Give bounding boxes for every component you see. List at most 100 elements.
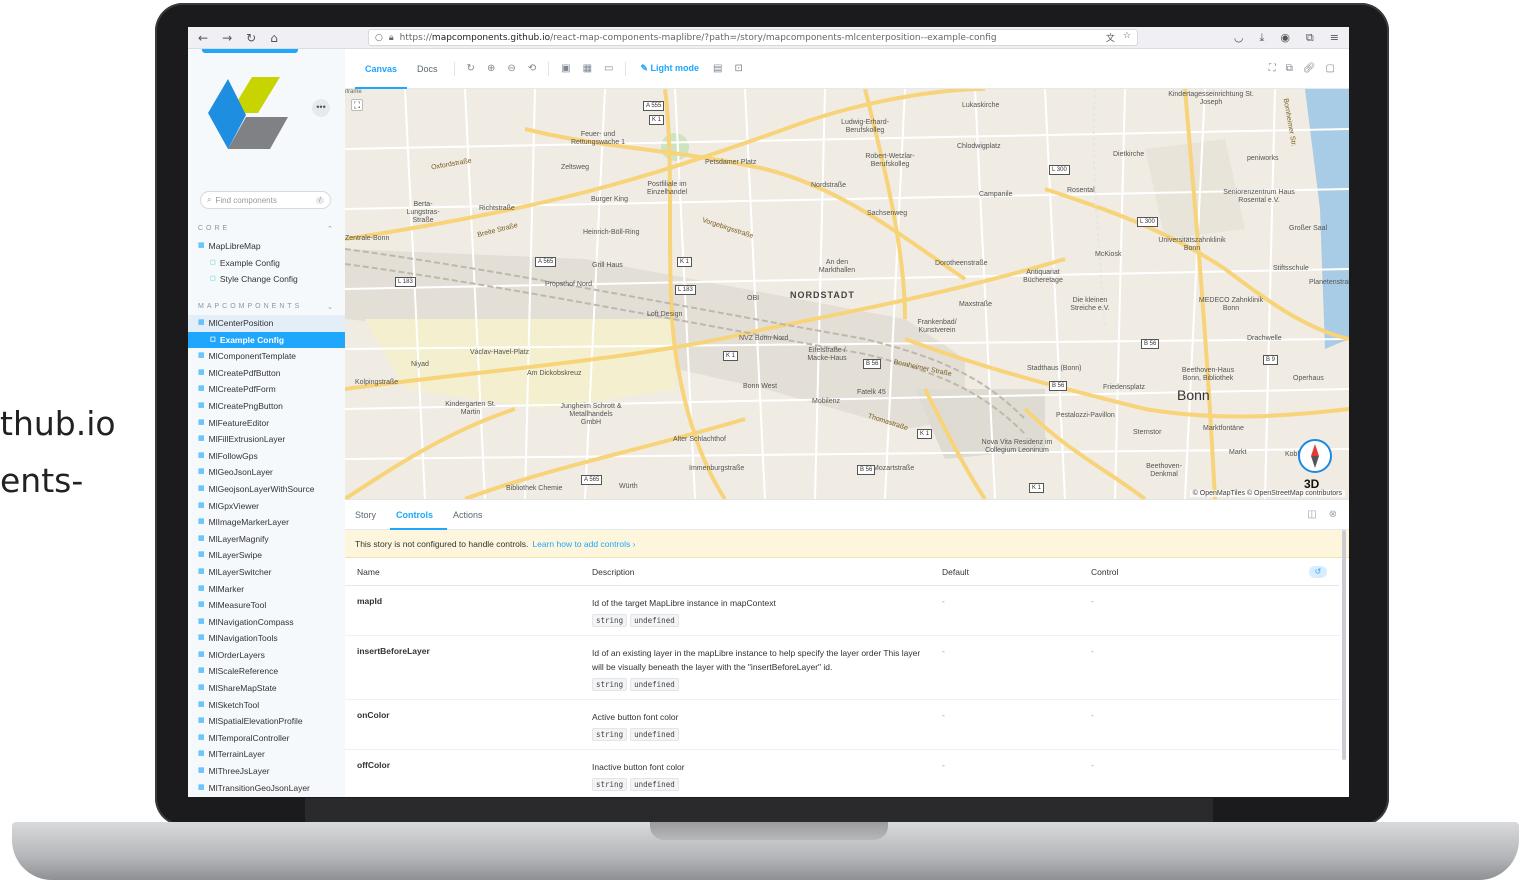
- sidebar-component-item[interactable]: ▦ MlComponentTemplate: [188, 348, 345, 365]
- reset-controls-button[interactable]: ↺: [1309, 565, 1327, 578]
- sidebar-component-item[interactable]: ▦ MlTemporalController: [188, 730, 345, 747]
- home-icon[interactable]: ⌂: [270, 31, 278, 45]
- sidebar-story-item[interactable]: ◻ Example Config: [188, 331, 345, 349]
- sidebar-component-item[interactable]: ▦ MlCreatePdfButton: [188, 365, 345, 382]
- open-new-tab-icon[interactable]: ⧉: [1286, 63, 1293, 74]
- map-label: Václav-Havel-Platz: [470, 349, 530, 356]
- tab-story[interactable]: Story: [349, 500, 390, 530]
- extensions-icon[interactable]: ⧉: [1306, 31, 1314, 45]
- copy-link-icon[interactable]: 🔗︎: [1303, 63, 1316, 74]
- viewport-icon[interactable]: ▭: [598, 63, 619, 74]
- background-icon[interactable]: ▣: [555, 63, 576, 74]
- grid-icon[interactable]: ▦: [577, 63, 598, 74]
- sidebar-component-item[interactable]: ▦ MlNavigationTools: [188, 630, 345, 647]
- mapcomponents-logo-icon: [208, 77, 288, 149]
- args-table-row: insertBeforeLayer Id of an existing layer…: [345, 636, 1339, 700]
- sidebar-story-item[interactable]: ◻ Style Change Config: [188, 271, 345, 288]
- sidebar-story-item[interactable]: ◻ Example Config: [188, 255, 345, 272]
- lock-icon: 🔒︎: [388, 32, 394, 43]
- sidebar-component-item[interactable]: ▦ MlTerrainLayer: [188, 746, 345, 763]
- zoom-reset-icon[interactable]: ⟲: [522, 63, 542, 74]
- sidebar-component-item[interactable]: ▦ MlTransitionGeoJsonLayer: [188, 780, 345, 797]
- sidebar-item-label: Example Config: [219, 257, 280, 268]
- tab-actions[interactable]: Actions: [447, 500, 497, 530]
- light-mode-toggle[interactable]: ✎ Light mode: [632, 63, 707, 74]
- zoom-in-icon[interactable]: ⊕: [481, 63, 501, 74]
- sidebar-component-item[interactable]: ▦ MlGpxViewer: [188, 498, 345, 515]
- sidebar-component-item[interactable]: ▦ MlFollowGps: [188, 448, 345, 465]
- search-shortcut-badge: /: [316, 196, 324, 204]
- group-title-mapcomponents[interactable]: MAPCOMPONENTS ⌄: [198, 303, 333, 311]
- translate-icon[interactable]: 文: [1106, 31, 1115, 44]
- background-text-line2: ents-: [0, 461, 84, 500]
- sidebar-component-item[interactable]: ▦ MlLayerSwipe: [188, 547, 345, 564]
- sidebar-component-item[interactable]: ▦ MlGeoJsonLayer: [188, 464, 345, 481]
- sidebar-component-item[interactable]: ▦ MlShareMapState: [188, 680, 345, 697]
- component-icon: ▦: [198, 501, 205, 509]
- zoom-out-icon[interactable]: ⊖: [501, 63, 521, 74]
- sidebar-component-item[interactable]: ▦ MlNavigationCompass: [188, 614, 345, 631]
- remount-icon[interactable]: ↻: [461, 63, 481, 74]
- search-input[interactable]: ⌕ Find components /: [200, 191, 331, 209]
- sidebar-component-item[interactable]: ▦ MlLayerSwitcher: [188, 564, 345, 581]
- outline-icon[interactable]: ⊡: [728, 63, 748, 74]
- component-icon: ▦: [198, 617, 205, 625]
- toggle-3d-button[interactable]: 3D: [1304, 477, 1319, 491]
- pocket-icon[interactable]: ◡: [1234, 31, 1244, 45]
- sidebar-component-item[interactable]: ▦ MlCenterPosition: [188, 315, 345, 332]
- sidebar-component-item[interactable]: ▦ MlFillExtrusionLayer: [188, 431, 345, 448]
- sidebar-component-item[interactable]: ▦ MlMeasureTool: [188, 597, 345, 614]
- arg-default: -: [942, 646, 945, 656]
- road-shield: B 56: [1049, 381, 1068, 391]
- sidebar-component-item[interactable]: ▦ MlScaleReference: [188, 663, 345, 680]
- forward-icon[interactable]: →: [222, 31, 232, 45]
- map-label: Robert-Wetzlar-Berufskolleg: [865, 153, 915, 168]
- sidebar-component-item[interactable]: ▦ MlThreeJsLayer: [188, 763, 345, 780]
- sidebar-component-item[interactable]: ▦ MlSketchTool: [188, 697, 345, 714]
- url-bar[interactable]: ○ 🔒︎ https://mapcomponents.github.io/rea…: [368, 29, 1138, 46]
- sidebar-component-item[interactable]: ▦ MlLayerMagnify: [188, 531, 345, 548]
- map-label: Lukaskirche: [962, 102, 1000, 109]
- close-panel-icon[interactable]: ⊗: [1329, 509, 1337, 520]
- sidebar-component-item[interactable]: ▦ MlMarker: [188, 581, 345, 598]
- learn-controls-link[interactable]: Learn how to add controls ›: [532, 539, 635, 549]
- header-default: Default: [942, 566, 969, 577]
- sidebar-component-item[interactable]: ▦ MlCreatePdfForm: [188, 381, 345, 398]
- focus-icon[interactable]: ⛶: [351, 99, 363, 111]
- reload-icon[interactable]: ↻: [246, 31, 256, 45]
- sidebar-component-item[interactable]: ▦ MlSpatialElevationProfile: [188, 713, 345, 730]
- navigation-compass-button[interactable]: [1298, 439, 1332, 473]
- account-icon[interactable]: ◉: [1280, 31, 1290, 45]
- bookmark-star-icon[interactable]: ☆: [1123, 31, 1131, 44]
- sidebar-component-item[interactable]: ▦ MlUseMapDebugger: [188, 796, 345, 797]
- arg-control: -: [1091, 710, 1094, 720]
- sidebar-component-item[interactable]: ▦ MlOrderLayers: [188, 647, 345, 664]
- tab-controls[interactable]: Controls: [390, 500, 448, 530]
- group-title-core[interactable]: CORE ⌃: [198, 225, 333, 233]
- panel-orientation-icon[interactable]: ◫: [1307, 509, 1316, 520]
- tab-canvas[interactable]: Canvas: [355, 49, 408, 89]
- menu-icon[interactable]: ≡: [1330, 31, 1339, 45]
- sidebar-more-button[interactable]: •••: [312, 99, 330, 117]
- map-label: Beethoven-Haus Bonn, Bibliothek: [1181, 367, 1235, 382]
- arg-description: Id of the target MapLibre instance in ma…: [592, 598, 776, 627]
- panel-scrollbar[interactable]: [1342, 530, 1346, 760]
- back-icon[interactable]: ←: [198, 31, 208, 45]
- sidebar-component-item[interactable]: ▦ MlGeojsonLayerWithSource: [188, 481, 345, 498]
- map-label: Rosental: [1067, 187, 1095, 194]
- map-label: McKiosk: [1095, 251, 1122, 258]
- toggle-panel-icon[interactable]: ▢: [1326, 63, 1335, 74]
- map-canvas[interactable]: iframe ⛶ NORDSTADT Bonn Feuer- und Rettu…: [345, 89, 1349, 499]
- map-attribution[interactable]: © OpenMapTiles © OpenStreetMap contribut…: [1189, 490, 1345, 497]
- fullscreen-icon[interactable]: ⛶: [1269, 63, 1276, 74]
- sidebar-component-item[interactable]: ▦ MapLibreMap: [188, 238, 345, 255]
- download-icon[interactable]: ⤓: [1259, 31, 1264, 45]
- measure-icon[interactable]: ▤: [707, 63, 728, 74]
- sidebar-component-item[interactable]: ▦ MlFeatureEditor: [188, 415, 345, 432]
- road-shield: A 565: [535, 257, 557, 267]
- sidebar-component-item[interactable]: ▦ MlCreatePngButton: [188, 398, 345, 415]
- search-icon: ⌕: [207, 195, 212, 204]
- tab-docs[interactable]: Docs: [407, 49, 448, 89]
- sidebar-component-item[interactable]: ▦ MlImageMarkerLayer: [188, 514, 345, 531]
- map-label: Berta-Lungstras-Straße: [406, 201, 440, 224]
